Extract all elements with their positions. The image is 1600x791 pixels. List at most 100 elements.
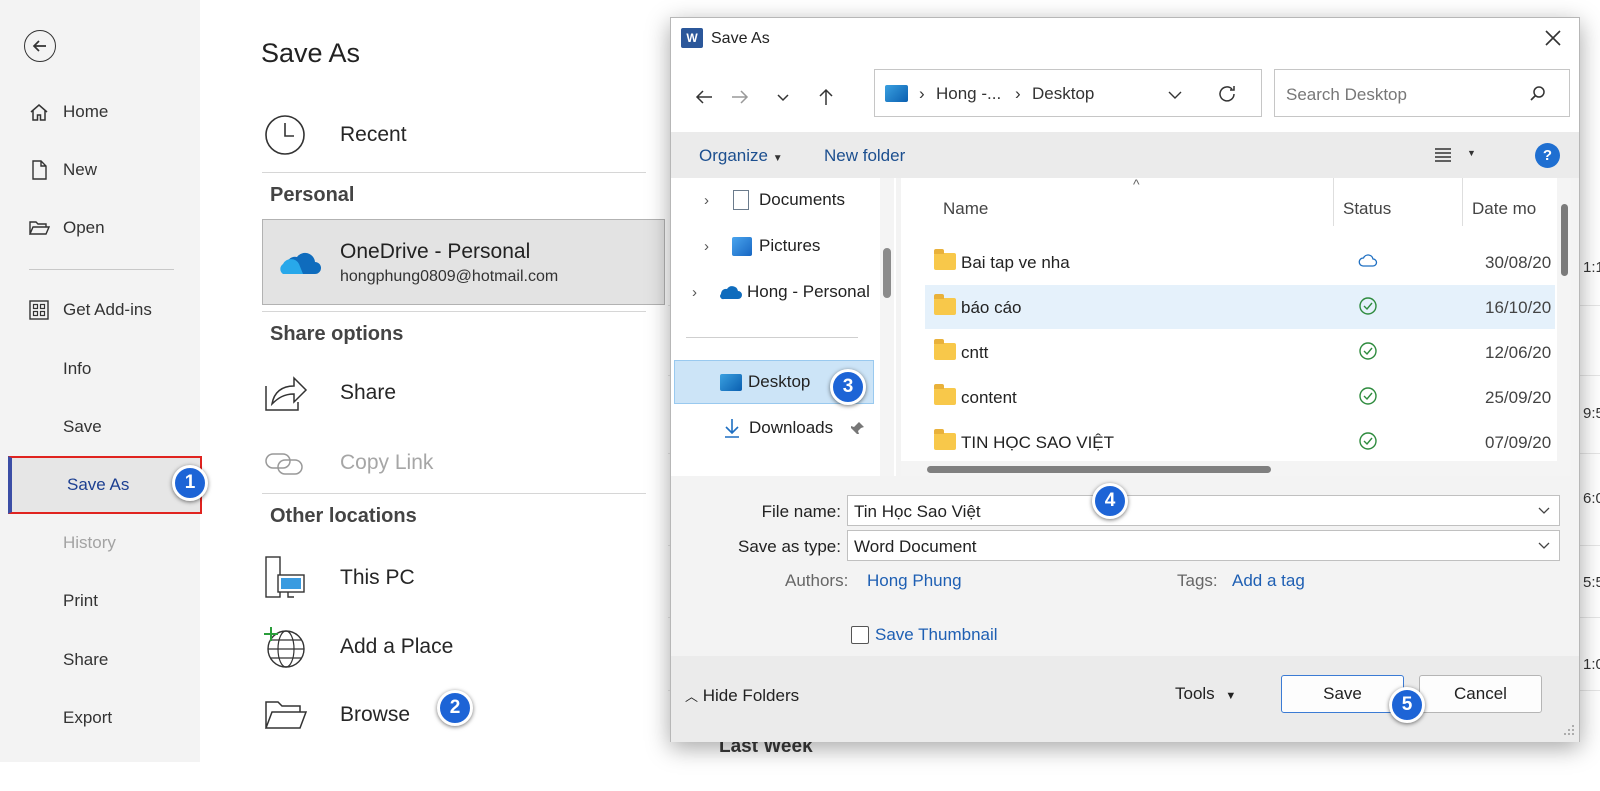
nav-save[interactable]: Save (0, 407, 200, 447)
file-list: ^ Name Status Date mo Bai tap ve nha 30/… (901, 178, 1571, 476)
file-name: content (961, 388, 1017, 407)
back-button[interactable] (691, 84, 717, 110)
up-button[interactable] (813, 84, 839, 110)
forward-button (727, 84, 753, 110)
synced-check-icon (1359, 297, 1377, 315)
location-share[interactable]: Share (262, 370, 396, 416)
file-name-input[interactable]: Tin Học Sao Việt (847, 495, 1560, 526)
file-list-vertical-scrollbar[interactable] (1557, 178, 1571, 476)
refresh-icon[interactable] (1216, 83, 1238, 105)
column-divider[interactable] (1462, 178, 1463, 226)
nav-new-label: New (63, 160, 98, 179)
save-as-type-select[interactable]: Word Document (847, 530, 1560, 561)
authors-value[interactable]: Hong Phung (867, 571, 962, 591)
column-header-date-modified[interactable]: Date mo (1472, 199, 1536, 219)
location-this-pc[interactable]: This PC (262, 555, 415, 601)
chevron-right-icon[interactable]: › (704, 192, 709, 209)
scrollbar-thumb[interactable] (1561, 204, 1568, 276)
scrollbar-thumb[interactable] (883, 248, 891, 298)
location-add-a-place-label: Add a Place (340, 635, 454, 658)
scrollbar-thumb[interactable] (927, 466, 1271, 473)
pin-icon[interactable] (851, 421, 865, 435)
chevron-down-icon[interactable] (1167, 87, 1183, 103)
chevron-right-icon[interactable]: › (704, 238, 709, 255)
file-row[interactable]: TIN HỌC SAO VIỆT 07/09/20 (925, 420, 1555, 464)
file-date: 07/09/20 (1485, 433, 1552, 452)
breadcrumb-separator: › (1015, 84, 1021, 103)
tags-input[interactable]: Add a tag (1232, 571, 1305, 591)
nav-export[interactable]: Export (0, 698, 200, 738)
step-badge-3: 3 (830, 369, 866, 405)
recent-locations-button[interactable] (770, 84, 796, 110)
nav-print-label: Print (63, 591, 98, 610)
location-recent[interactable]: Recent (262, 112, 407, 158)
search-input[interactable]: Search Desktop (1274, 69, 1570, 117)
file-name: Bai tap ve nha (961, 253, 1070, 272)
column-header-status[interactable]: Status (1343, 199, 1391, 219)
save-thumbnail-label[interactable]: Save Thumbnail (875, 625, 998, 645)
file-row[interactable]: báo cáo 16/10/20 (925, 285, 1555, 329)
file-row[interactable]: cntt 12/06/20 (925, 330, 1555, 374)
file-row[interactable]: Bai tap ve nha 30/08/20 (925, 240, 1555, 284)
breadcrumb-desktop[interactable]: Desktop (1032, 84, 1094, 104)
location-browse[interactable]: Browse (262, 692, 410, 738)
close-icon[interactable] (1541, 26, 1565, 50)
divider (262, 493, 646, 494)
new-document-icon (32, 160, 47, 180)
nav-home-label: Home (63, 102, 109, 121)
save-button[interactable]: Save (1281, 675, 1404, 713)
chevron-right-icon[interactable]: › (692, 284, 697, 301)
nav-get-add-ins[interactable]: Get Add-ins (0, 290, 200, 330)
cloud-status-icon (1358, 254, 1378, 267)
nav-share[interactable]: Share (0, 640, 200, 680)
view-options-caret-icon[interactable]: ▼ (1467, 148, 1476, 158)
download-icon (725, 419, 739, 438)
back-button[interactable] (24, 30, 56, 62)
location-add-a-place[interactable]: Add a Place (262, 624, 453, 670)
folder-icon (934, 429, 956, 450)
address-bar[interactable]: › Hong -... › Desktop (874, 69, 1262, 117)
save-thumbnail-checkbox[interactable] (851, 626, 869, 644)
help-button[interactable]: ? (1535, 143, 1560, 168)
arrow-right-icon (732, 90, 749, 104)
nav-open[interactable]: Open (0, 208, 200, 248)
save-as-type-label: Save as type: (737, 537, 841, 556)
chevron-down-icon[interactable] (1537, 538, 1551, 552)
recent-time: 5:5 (1583, 574, 1600, 591)
dialog-footer: ︿ Hide Folders Tools ▼ Save Cancel (671, 656, 1579, 742)
chevron-up-icon: ︿ (685, 689, 699, 704)
caret-down-icon: ▼ (772, 153, 783, 164)
tree-item-downloads[interactable]: Downloads (671, 406, 871, 450)
tree-scrollbar[interactable] (880, 178, 894, 476)
tools-button[interactable]: Tools ▼ (1175, 684, 1236, 704)
organize-button[interactable]: Organize ▼ (699, 146, 783, 166)
file-name-value: Tin Học Sao Việt (854, 502, 981, 521)
nav-get-add-ins-label: Get Add-ins (63, 300, 152, 319)
resize-grip-icon[interactable] (1563, 724, 1575, 736)
view-list-icon[interactable] (1433, 145, 1453, 165)
nav-print[interactable]: Print (0, 581, 200, 621)
new-folder-button[interactable]: New folder (824, 146, 905, 166)
nav-open-label: Open (63, 218, 105, 237)
column-divider[interactable] (1333, 178, 1334, 226)
column-header-name[interactable]: Name (943, 199, 988, 219)
file-list-horizontal-scrollbar[interactable] (901, 461, 1557, 476)
cancel-button[interactable]: Cancel (1419, 675, 1542, 713)
breadcrumb-hong[interactable]: Hong -... (936, 84, 1001, 104)
dialog-titlebar: W Save As (671, 18, 1579, 58)
nav-home[interactable]: Home (0, 92, 200, 132)
hide-folders-button[interactable]: ︿ Hide Folders (685, 686, 799, 706)
synced-check-icon (1359, 432, 1377, 450)
tree-item-label: Hong - Personal (747, 282, 870, 301)
location-copy-link-label: Copy Link (340, 451, 434, 474)
nav-info[interactable]: Info (0, 349, 200, 389)
folder-icon (934, 294, 956, 315)
chevron-down-icon[interactable] (1537, 503, 1551, 517)
desktop-icon (720, 373, 742, 391)
nav-new[interactable]: New (0, 150, 200, 190)
save-as-dialog: W Save As › Hong -... › Desktop Search D… (670, 17, 1580, 742)
file-row[interactable]: content 25/09/20 (925, 375, 1555, 419)
file-date: 25/09/20 (1485, 388, 1552, 407)
location-onedrive-personal[interactable]: OneDrive - Personal hongphung0809@hotmai… (262, 219, 665, 305)
tags-label: Tags: (1177, 571, 1218, 590)
